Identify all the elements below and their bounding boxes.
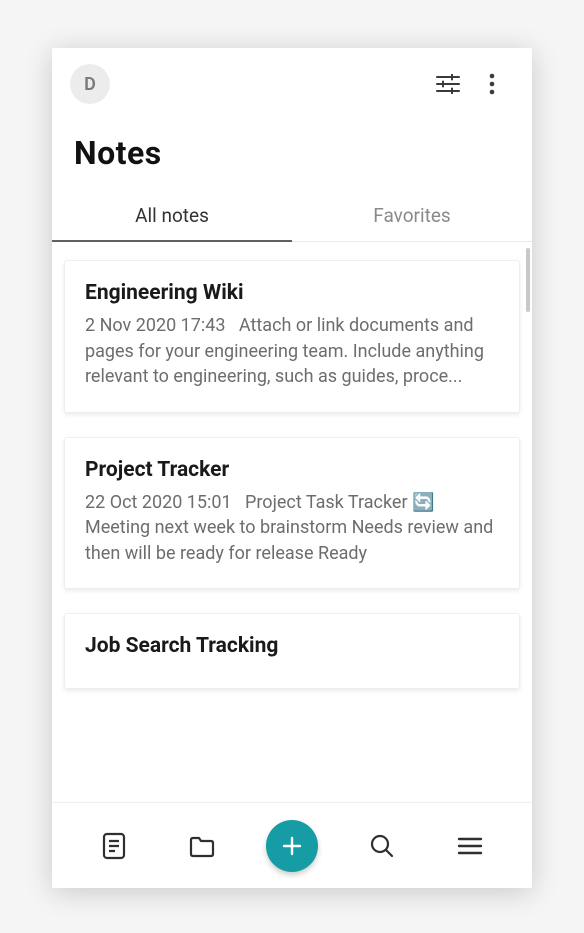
note-title: Job Search Tracking: [85, 634, 499, 658]
plus-icon: [280, 834, 304, 858]
note-icon: [102, 832, 126, 860]
tab-label: Favorites: [373, 204, 450, 227]
top-bar: D: [52, 48, 532, 120]
nav-menu-button[interactable]: [446, 822, 494, 870]
fab-new-note[interactable]: [266, 820, 318, 872]
menu-icon: [457, 836, 483, 856]
page-title: Notes: [74, 134, 510, 172]
app-window: D Notes All notes: [52, 48, 532, 888]
more-menu-button[interactable]: [470, 62, 514, 106]
avatar[interactable]: D: [70, 64, 110, 104]
nav-search-button[interactable]: [358, 822, 406, 870]
bottom-nav: [52, 802, 532, 888]
sliders-icon: [435, 74, 461, 94]
tab-favorites[interactable]: Favorites: [292, 190, 532, 241]
folder-icon: [188, 834, 216, 858]
note-body: 2 Nov 2020 17:43 Attach or link document…: [85, 313, 499, 390]
title-area: Notes: [52, 120, 532, 190]
more-vertical-icon: [489, 73, 495, 95]
note-date: 2 Nov 2020 17:43: [85, 315, 226, 336]
note-card[interactable]: Project Tracker 22 Oct 2020 15:01 Projec…: [64, 437, 520, 590]
avatar-initial: D: [84, 74, 96, 95]
nav-folder-button[interactable]: [178, 822, 226, 870]
note-date: 22 Oct 2020 15:01: [85, 492, 232, 513]
sort-filter-button[interactable]: [426, 62, 470, 106]
note-title: Engineering Wiki: [85, 281, 499, 305]
notes-list[interactable]: Engineering Wiki 2 Nov 2020 17:43 Attach…: [52, 242, 532, 802]
note-body: 22 Oct 2020 15:01 Project Task Tracker 🔄…: [85, 490, 499, 567]
nav-notes-button[interactable]: [90, 822, 138, 870]
scrollbar[interactable]: [526, 248, 530, 312]
tab-label: All notes: [135, 204, 209, 227]
note-card[interactable]: Engineering Wiki 2 Nov 2020 17:43 Attach…: [64, 260, 520, 413]
search-icon: [369, 833, 395, 859]
note-card[interactable]: Job Search Tracking: [64, 613, 520, 689]
tab-all-notes[interactable]: All notes: [52, 190, 292, 241]
note-title: Project Tracker: [85, 458, 499, 482]
tabs: All notes Favorites: [52, 190, 532, 242]
